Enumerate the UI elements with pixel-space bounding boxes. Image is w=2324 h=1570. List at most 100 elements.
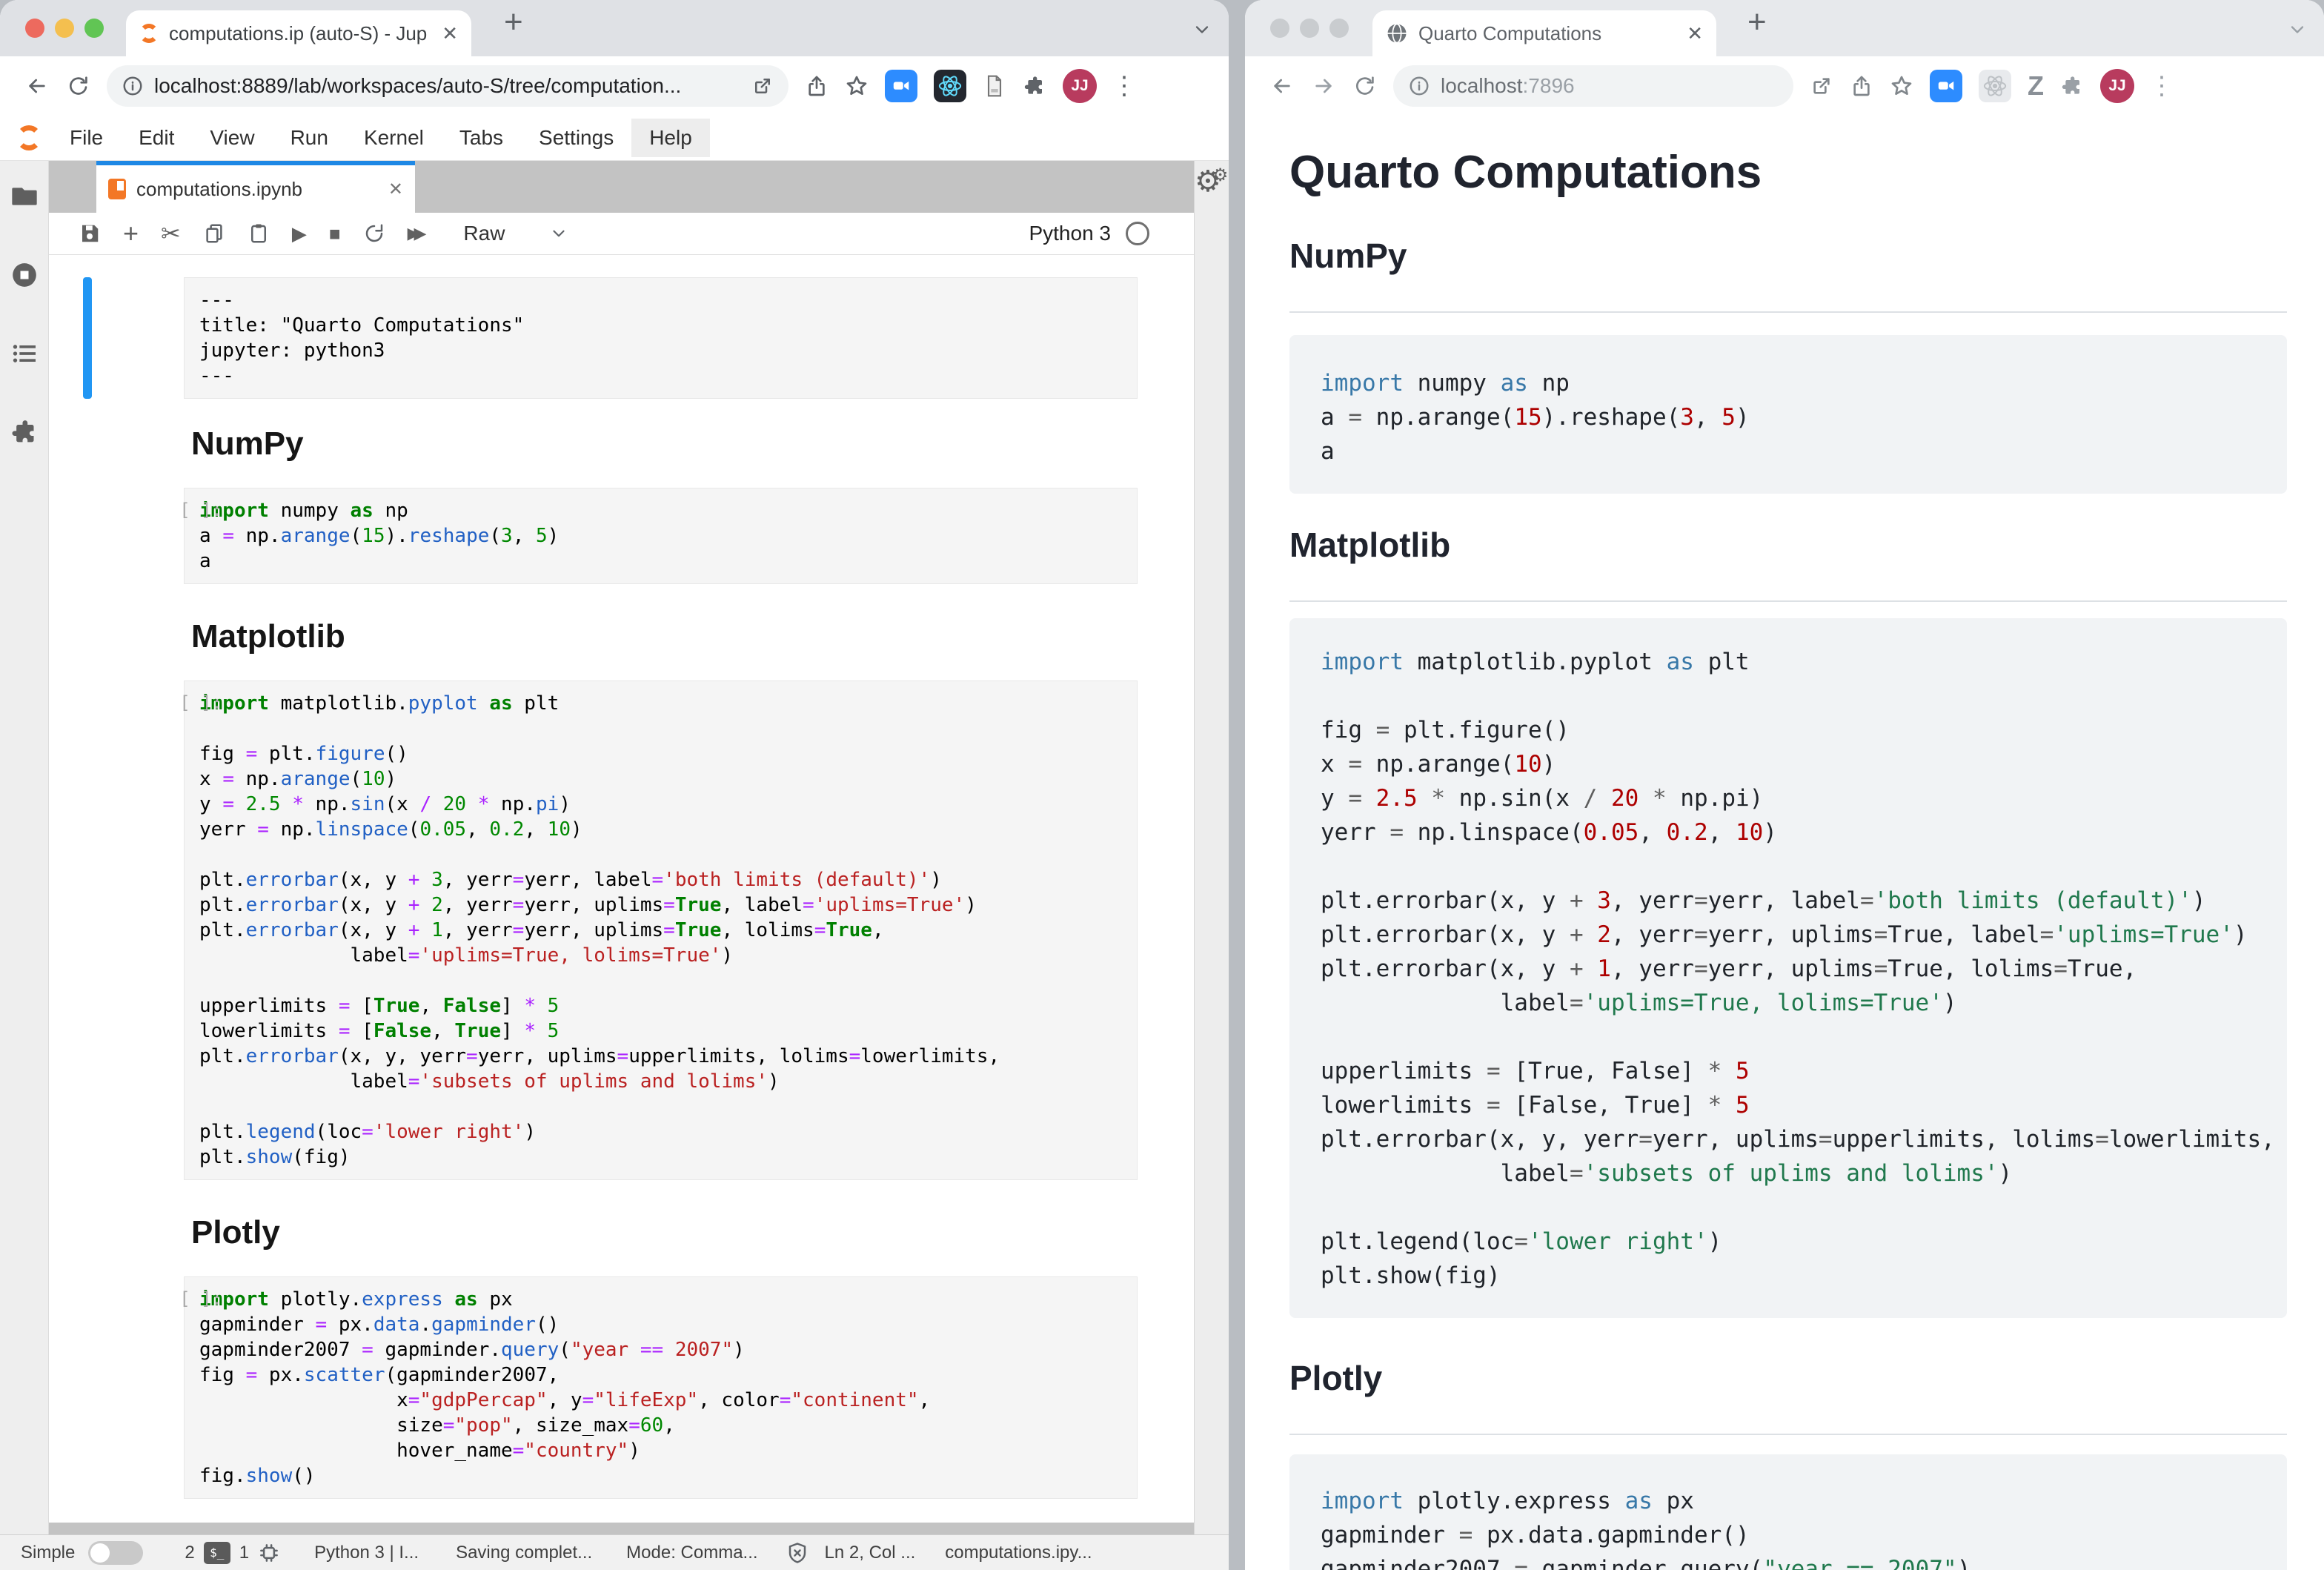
react-devtools-extension-icon[interactable] — [1979, 70, 2011, 102]
profile-avatar[interactable]: JJ — [2100, 69, 2134, 103]
numpy-code-cell[interactable]: [ ]: import numpy as npa = np.arange(15)… — [49, 488, 1138, 584]
extensions-puzzle-icon[interactable] — [1023, 74, 1046, 98]
menu-file[interactable]: File — [52, 119, 121, 157]
react-devtools-extension-icon[interactable] — [934, 70, 966, 102]
jupyter-statusbar: Simple 2 $_ 1 Python 3 | I... Saving com… — [0, 1534, 1229, 1570]
extensions-puzzle-icon[interactable] — [2060, 74, 2084, 98]
raw-frontmatter-cell[interactable]: ---title: "Quarto Computations"jupyter: … — [49, 277, 1138, 399]
zoom-window-button[interactable] — [84, 19, 104, 38]
plotly-code-cell[interactable]: [ ]: import plotly.express as pxgapminde… — [49, 1276, 1138, 1499]
jupyter-right-sidebar: ⚙⚙ — [1194, 161, 1229, 1534]
section-heading-matplotlib: Matplotlib — [191, 618, 1194, 655]
menu-edit[interactable]: Edit — [121, 119, 192, 157]
kernel-name[interactable]: Python 3 — [1029, 222, 1111, 245]
new-tab-button[interactable]: + — [1747, 6, 1767, 39]
zoom-extension-icon[interactable] — [885, 70, 917, 102]
site-info-icon[interactable] — [122, 75, 144, 97]
matplotlib-cell-editor[interactable]: import matplotlib.pyplot as plt fig = pl… — [184, 680, 1138, 1180]
menu-run[interactable]: Run — [273, 119, 346, 157]
browser-toolbar: localhost:8889/lab/workspaces/auto-S/tre… — [0, 56, 1229, 116]
numpy-cell-editor[interactable]: import numpy as npa = np.arange(15).resh… — [184, 488, 1138, 584]
menu-tabs[interactable]: Tabs — [442, 119, 521, 157]
browser-tab-title: Quarto Computations — [1418, 22, 1676, 45]
menu-help[interactable]: Help — [631, 119, 710, 157]
browser-tab-active[interactable]: computations.ip (auto-S) - Jup ✕ — [126, 10, 471, 56]
restart-run-all-button[interactable]: ▶▶ — [408, 225, 421, 242]
tab-close-icon[interactable]: ✕ — [1687, 22, 1703, 45]
plotly-cell-editor[interactable]: import plotly.express as pxgapminder = p… — [184, 1276, 1138, 1499]
active-cell-indicator — [83, 277, 92, 399]
z-extension-icon[interactable]: Z — [2028, 70, 2044, 102]
minimize-window-button[interactable] — [55, 19, 74, 38]
section-heading-matplotlib: Matplotlib — [1289, 526, 2287, 602]
document-extension-icon[interactable] — [983, 74, 1006, 98]
cut-cells-button[interactable]: ✂ — [161, 222, 181, 245]
file-browser-icon[interactable] — [10, 182, 39, 211]
copy-cells-button[interactable] — [203, 222, 225, 245]
kernel-status-icon[interactable] — [1126, 222, 1149, 245]
site-info-icon[interactable] — [1408, 75, 1430, 97]
statusbar-filename: computations.ipy... — [945, 1543, 1092, 1563]
zoom-extension-icon[interactable] — [1930, 70, 1962, 102]
cursor-position[interactable]: Ln 2, Col ... — [825, 1543, 916, 1563]
property-inspector-gear-icon[interactable]: ⚙⚙ — [1195, 167, 1229, 196]
matplotlib-code-cell[interactable]: [ ]: import matplotlib.pyplot as plt fig… — [49, 680, 1138, 1180]
window-controls[interactable] — [1270, 19, 1349, 38]
section-heading-numpy: NumPy — [191, 425, 1194, 463]
share-icon[interactable] — [1850, 74, 1873, 98]
command-mode-status[interactable]: Mode: Comma... — [626, 1543, 757, 1563]
address-bar[interactable]: localhost:7896 — [1393, 65, 1793, 107]
menu-kernel[interactable]: Kernel — [346, 119, 442, 157]
profile-avatar[interactable]: JJ — [1063, 69, 1097, 103]
jupyter-menubar: File Edit View Run Kernel Tabs Settings … — [0, 116, 1229, 161]
tab-search-chevron-icon[interactable] — [2287, 19, 2308, 40]
trust-shield-icon — [786, 1542, 809, 1564]
interrupt-kernel-button[interactable]: ■ — [329, 224, 341, 243]
minimize-window-button[interactable] — [1300, 19, 1319, 38]
window-controls[interactable] — [25, 19, 104, 38]
simple-mode-toggle[interactable] — [88, 1541, 143, 1565]
reload-icon[interactable] — [1353, 74, 1377, 98]
menu-settings[interactable]: Settings — [521, 119, 631, 157]
notebook-tab[interactable]: computations.ipynb ✕ — [96, 161, 415, 213]
section-heading-plotly: Plotly — [1289, 1359, 2287, 1435]
new-tab-button[interactable]: + — [504, 6, 523, 39]
raw-cell-editor[interactable]: ---title: "Quarto Computations"jupyter: … — [184, 277, 1138, 399]
share-icon[interactable] — [805, 74, 829, 98]
reload-icon[interactable] — [67, 74, 90, 98]
close-window-button[interactable] — [25, 19, 44, 38]
zoom-window-button[interactable] — [1329, 19, 1349, 38]
jupyterlab-browser-window: computations.ip (auto-S) - Jup ✕ + local… — [0, 0, 1229, 1570]
browser-menu-icon[interactable]: ⋮ — [1112, 71, 1137, 101]
paste-cells-button[interactable] — [248, 222, 270, 245]
back-icon[interactable] — [25, 74, 49, 98]
url-text[interactable]: localhost:8889/lab/workspaces/auto-S/tre… — [154, 74, 751, 98]
open-in-new-icon[interactable] — [751, 75, 774, 97]
cell-type-dropdown[interactable]: Raw — [463, 222, 568, 245]
kernel-status-text[interactable]: Python 3 | I... — [314, 1543, 419, 1563]
browser-tab-active[interactable]: Quarto Computations ✕ — [1372, 10, 1716, 56]
tab-close-icon[interactable]: ✕ — [442, 22, 458, 45]
close-window-button[interactable] — [1270, 19, 1289, 38]
table-of-contents-icon[interactable] — [10, 339, 39, 368]
run-cell-button[interactable]: ▶ — [292, 224, 307, 243]
extension-manager-icon[interactable] — [10, 417, 39, 447]
add-cell-button[interactable]: + — [123, 220, 139, 247]
open-in-new-icon[interactable] — [1810, 74, 1833, 98]
url-text[interactable]: localhost:7896 — [1441, 74, 1779, 98]
forward-icon[interactable] — [1312, 74, 1335, 98]
restart-kernel-button[interactable] — [363, 222, 385, 245]
back-icon[interactable] — [1270, 74, 1294, 98]
menu-view[interactable]: View — [192, 119, 272, 157]
bookmark-star-icon[interactable] — [1890, 74, 1913, 98]
desktop: computations.ip (auto-S) - Jup ✕ + local… — [0, 0, 2324, 1570]
browser-menu-icon[interactable]: ⋮ — [2149, 71, 2174, 101]
bookmark-star-icon[interactable] — [845, 74, 869, 98]
save-button[interactable] — [79, 222, 101, 245]
cell-prompt: [ ]: — [130, 500, 222, 520]
running-kernels-icon[interactable] — [10, 260, 39, 290]
notebook-tab-close-icon[interactable]: ✕ — [388, 179, 403, 200]
document-tabbar: computations.ipynb ✕ — [49, 161, 1194, 213]
address-bar[interactable]: localhost:8889/lab/workspaces/auto-S/tre… — [107, 65, 788, 107]
tab-search-chevron-icon[interactable] — [1192, 19, 1212, 40]
